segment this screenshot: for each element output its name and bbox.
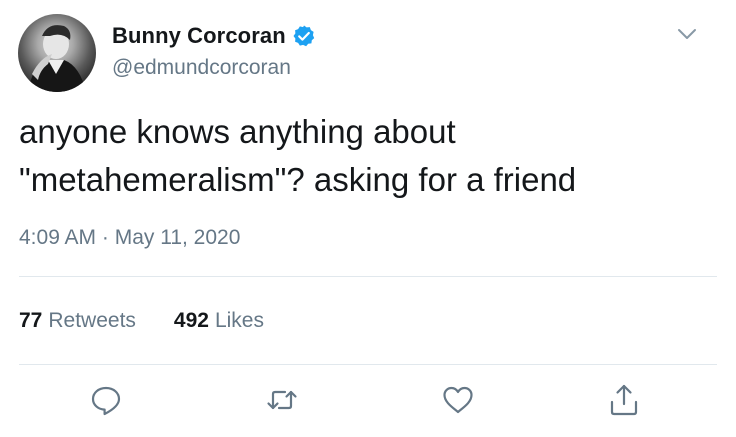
tweet-timestamp[interactable]: 4:09 AM · May 11, 2020: [19, 226, 240, 250]
avatar-photo: [28, 25, 86, 92]
likes-label: Likes: [214, 309, 264, 332]
author-name-row: Bunny Corcoran: [112, 22, 316, 50]
retweets-stat[interactable]: 77 Retweets: [19, 309, 136, 333]
tweet-actions: [0, 382, 736, 422]
avatar[interactable]: [18, 14, 96, 92]
retweet-icon[interactable]: [264, 382, 300, 418]
author-handle[interactable]: @edmundcorcoran: [112, 56, 291, 80]
divider: [19, 364, 717, 365]
display-name[interactable]: Bunny Corcoran: [112, 23, 286, 49]
reply-icon[interactable]: [88, 382, 124, 418]
divider: [19, 276, 717, 277]
likes-stat[interactable]: 492 Likes: [174, 309, 264, 333]
likes-count: 492: [173, 309, 209, 332]
tweet-card: Bunny Corcoran @edmundcorcoran anyone kn…: [0, 0, 736, 437]
retweets-count: 77: [19, 309, 43, 332]
share-icon[interactable]: [606, 382, 642, 418]
retweets-label: Retweets: [48, 309, 136, 332]
verified-badge-icon: [292, 24, 316, 48]
like-icon[interactable]: [440, 382, 476, 418]
chevron-down-icon[interactable]: [676, 26, 698, 42]
tweet-text: anyone knows anything about "metahemeral…: [19, 113, 577, 198]
tweet-stats: 77 Retweets 492 Likes: [19, 309, 264, 333]
